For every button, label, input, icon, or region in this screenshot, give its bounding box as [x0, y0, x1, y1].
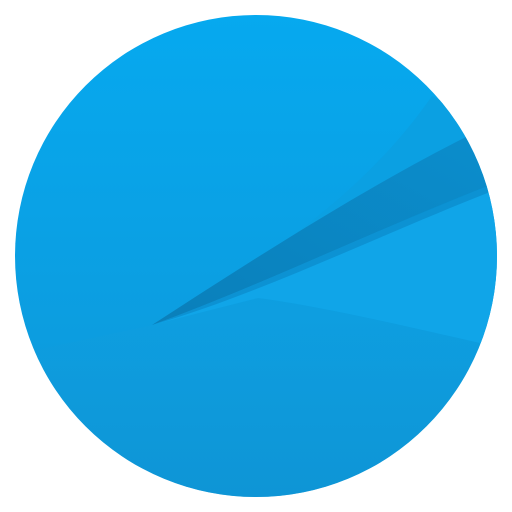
app-icon-canvas [0, 0, 512, 512]
blue-circle-feather-icon [15, 15, 497, 497]
